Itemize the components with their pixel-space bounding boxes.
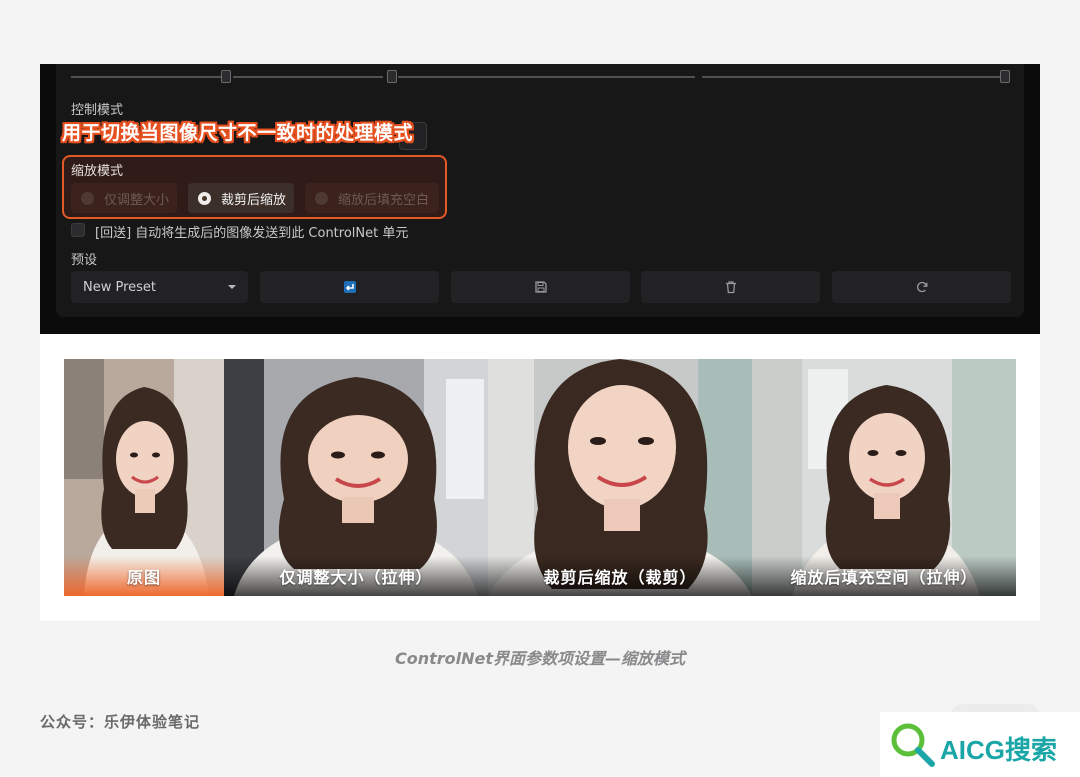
slider-thumb-3[interactable] (1000, 70, 1010, 83)
photo-caption: 原图 (64, 556, 224, 596)
radio-dot (81, 191, 94, 205)
loopback-label: [回送] 自动将生成后的图像发送到此 ControlNet 单元 (95, 226, 409, 241)
slider-thumb-1[interactable] (221, 70, 231, 83)
annotation-text: 用于切换当图像尺寸不一致时的处理模式 (62, 122, 414, 144)
slider-track-2[interactable] (398, 76, 695, 78)
photo-caption: 缩放后填充空间（拉伸） (752, 556, 1016, 596)
slider-track-1b[interactable] (233, 76, 383, 78)
preset-value: New Preset (83, 279, 157, 295)
delete-preset-button[interactable] (641, 271, 820, 303)
refresh-preset-button[interactable] (832, 271, 1011, 303)
photo-crop-and-resize: 裁剪后缩放（裁剪） (488, 359, 752, 596)
radio-crop-and-resize[interactable]: 裁剪后缩放 (188, 183, 294, 213)
resize-mode-label: 缩放模式 (71, 164, 124, 179)
refresh-icon (916, 281, 927, 293)
wechat-account: 公众号：乐伊体验笔记 (40, 713, 201, 731)
save-preset-button[interactable] (451, 271, 630, 303)
preset-select[interactable]: New Preset (71, 271, 248, 303)
radio-label: 缩放后填充空白 (338, 192, 430, 208)
radio-just-resize[interactable]: 仅调整大小 (71, 183, 177, 213)
radio-resize-and-fill[interactable]: 缩放后填充空白 (305, 183, 439, 213)
send-back-icon (343, 281, 356, 293)
radio-dot (315, 191, 328, 205)
comparison-image-area: 原图 仅调整大小（拉伸） 裁剪后缩放（裁剪） 缩放后填充空间（拉伸） (40, 334, 1040, 621)
photo-resize-and-fill: 缩放后填充空间（拉伸） (752, 359, 1016, 596)
control-mode-label: 控制模式 (71, 103, 124, 118)
preset-label: 预设 (71, 253, 98, 268)
aicg-brand-text: AICG搜索 (940, 735, 1058, 765)
radio-label: 仅调整大小 (104, 192, 170, 208)
photo-caption: 仅调整大小（拉伸） (224, 556, 488, 596)
save-icon (534, 281, 547, 293)
photo-original: 原图 (64, 359, 224, 596)
radio-label: 裁剪后缩放 (221, 192, 287, 208)
loopback-checkbox[interactable] (71, 223, 85, 237)
slider-thumb-2[interactable] (387, 70, 397, 83)
search-icon (891, 723, 935, 767)
chevron-down-icon (228, 285, 236, 289)
photo-caption: 裁剪后缩放（裁剪） (488, 556, 752, 596)
radio-dot-selected (198, 191, 211, 205)
figure-caption: ControlNet界面参数项设置—缩放模式 (394, 649, 686, 668)
send-back-button[interactable] (260, 271, 439, 303)
slider-track-3[interactable] (702, 76, 1002, 78)
slider-track-1[interactable] (71, 76, 223, 78)
trash-icon (725, 281, 736, 294)
photo-just-resize: 仅调整大小（拉伸） (224, 359, 488, 596)
